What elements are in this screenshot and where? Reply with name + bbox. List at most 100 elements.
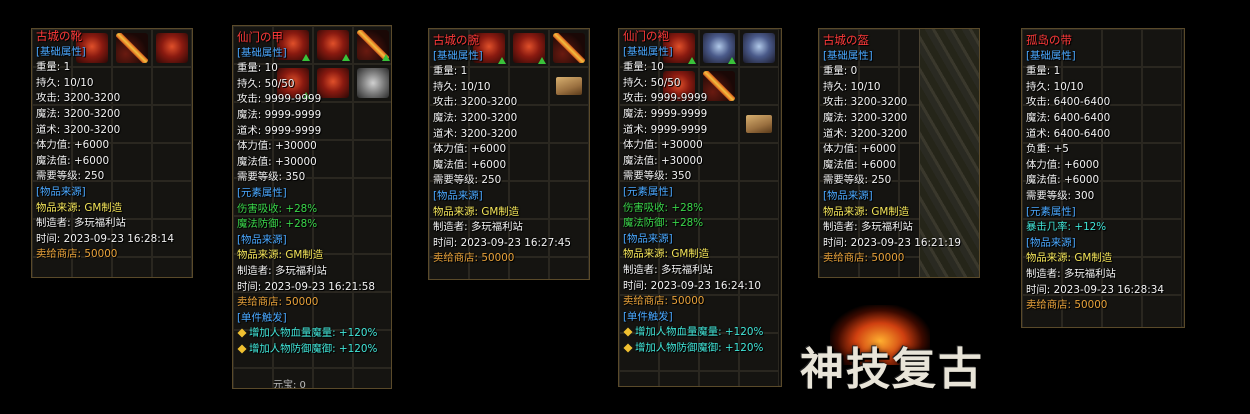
attribute-text: 魔法防御: +28% bbox=[237, 218, 318, 231]
attribute-line: 制造者: 多玩福利站 bbox=[36, 216, 188, 232]
tooltip-text: 古城の靴 [基础属性] 重量: 1 持久: 10/10 攻击: 3200-3200 魔法:… bbox=[36, 29, 188, 263]
attribute-text: 卖给商店: 50000 bbox=[36, 248, 118, 261]
inventory-slot[interactable] bbox=[313, 368, 353, 388]
attribute-text: 物品来源: GM制造 bbox=[433, 205, 520, 218]
attribute-line: 需要等级: 300 bbox=[1026, 189, 1180, 205]
inventory-slot[interactable] bbox=[739, 371, 779, 386]
attribute-line: 重量: 10 bbox=[623, 60, 777, 76]
gem-icon bbox=[623, 327, 633, 337]
item-name: 孤岛の带 bbox=[1026, 33, 1072, 47]
inventory-slot[interactable] bbox=[659, 371, 699, 386]
attribute-text: 卖给商店: 50000 bbox=[1026, 299, 1108, 312]
attribute-text: 道术: 9999-9999 bbox=[623, 123, 708, 136]
inventory-slot[interactable] bbox=[233, 368, 273, 388]
attribute-text: [基础属性] bbox=[1026, 49, 1076, 62]
attribute-text: 攻击: 6400-6400 bbox=[1026, 96, 1111, 109]
attribute-text: 制造者: 多玩福利站 bbox=[36, 217, 126, 230]
attribute-line: 魔法: 3200-3200 bbox=[433, 111, 585, 127]
section-header: [元素属性] bbox=[623, 185, 777, 201]
attribute-text: 时间: 2023-09-23 16:21:19 bbox=[823, 236, 961, 249]
attribute-text: 时间: 2023-09-23 16:27:45 bbox=[433, 236, 571, 249]
attribute-line: 时间: 2023-09-23 16:24:10 bbox=[623, 279, 777, 295]
item-tooltip-bracelet: 古城の腕 [基础属性] 重量: 1 持久: 10/10 攻击: 3200-3200 魔法:… bbox=[428, 28, 590, 280]
attribute-text: 攻击: 3200-3200 bbox=[823, 96, 908, 109]
game-logo: 神技复古 bbox=[800, 305, 1000, 395]
attribute-line: 魔法: 3200-3200 bbox=[823, 111, 975, 127]
attribute-line: 体力值: +6000 bbox=[823, 142, 975, 158]
attribute-text: 体力值: +30000 bbox=[623, 139, 703, 152]
attribute-line: 道术: 3200-3200 bbox=[36, 123, 188, 139]
section-header: [物品来源] bbox=[823, 189, 975, 205]
attribute-text: [元素属性] bbox=[237, 186, 287, 199]
attribute-line: 需要等级: 350 bbox=[237, 170, 387, 186]
attribute-text: 增加人物防御魔御: +120% bbox=[249, 342, 378, 355]
attribute-line: 时间: 2023-09-23 16:27:45 bbox=[433, 236, 585, 252]
item-name: 古城の盔 bbox=[823, 33, 869, 47]
section-header: [基础属性] bbox=[237, 46, 387, 62]
attribute-line: 体力值: +6000 bbox=[36, 138, 188, 154]
gem-icon bbox=[623, 343, 633, 353]
section-header: [单件触发] bbox=[237, 311, 387, 327]
attribute-text: 魔法值: +30000 bbox=[237, 155, 317, 168]
attribute-text: 重量: 1 bbox=[433, 65, 468, 78]
attribute-line: 道术: 9999-9999 bbox=[237, 124, 387, 140]
section-header: [元素属性] bbox=[1026, 205, 1180, 221]
attribute-text: 重量: 10 bbox=[623, 61, 664, 74]
attribute-text: [物品来源] bbox=[36, 185, 86, 198]
attribute-line: 魔法防御: +28% bbox=[237, 217, 387, 233]
attribute-line: 攻击: 9999-9999 bbox=[623, 91, 777, 107]
attribute-line: 攻击: 6400-6400 bbox=[1026, 95, 1180, 111]
attribute-line: 魔法值: +6000 bbox=[36, 154, 188, 170]
attribute-line: 需要等级: 250 bbox=[433, 173, 585, 189]
attribute-text: 卖给商店: 50000 bbox=[623, 295, 705, 308]
attribute-text: 增加人物防御魔御: +120% bbox=[635, 341, 764, 354]
tooltip-text: 古城の盔 [基础属性] 重量: 0 持久: 10/10 攻击: 3200-3200 魔法:… bbox=[823, 33, 975, 267]
attribute-line: 卖给商店: 50000 bbox=[1026, 298, 1180, 314]
item-name: 古城の靴 bbox=[36, 29, 82, 43]
attribute-text: 增加人物血量魔量: +120% bbox=[249, 327, 378, 340]
inventory-slot[interactable] bbox=[619, 371, 659, 386]
attribute-text: [基础属性] bbox=[36, 45, 86, 58]
attribute-text: 重量: 1 bbox=[36, 61, 71, 74]
attribute-text: [物品来源] bbox=[623, 232, 673, 245]
attribute-line: 魔法: 9999-9999 bbox=[237, 108, 387, 124]
attribute-line: 持久: 10/10 bbox=[36, 76, 188, 92]
attribute-text: 重量: 10 bbox=[237, 62, 278, 75]
section-header: [基础属性] bbox=[1026, 49, 1180, 65]
attribute-line: 体力值: +6000 bbox=[1026, 158, 1180, 174]
attribute-text: [基础属性] bbox=[623, 45, 673, 58]
attribute-line: 魔法: 3200-3200 bbox=[36, 107, 188, 123]
item-tooltip-armor: 仙门の甲 [基础属性] 重量: 10 持久: 50/50 攻击: 9999-9999 魔法… bbox=[232, 25, 392, 389]
attribute-line: 重量: 0 bbox=[823, 64, 975, 80]
attribute-line: 制造者: 多玩福利站 bbox=[823, 220, 975, 236]
attribute-line: 需要等级: 250 bbox=[823, 173, 975, 189]
attribute-text: 重量: 0 bbox=[823, 65, 858, 78]
attribute-text: 需要等级: 250 bbox=[823, 174, 892, 187]
attribute-text: 持久: 10/10 bbox=[36, 76, 94, 89]
attribute-line: 持久: 50/50 bbox=[623, 76, 777, 92]
gold-footer: 元宝: 0 bbox=[273, 380, 306, 389]
attribute-line: 时间: 2023-09-23 16:21:58 bbox=[237, 280, 387, 296]
section-header: [基础属性] bbox=[823, 49, 975, 65]
attribute-line: 需要等级: 250 bbox=[36, 169, 188, 185]
item-tooltip-robe: 仙门の袍 [基础属性] 重量: 10 持久: 50/50 攻击: 9999-9999 魔法… bbox=[618, 28, 782, 387]
inventory-slot[interactable] bbox=[353, 368, 391, 388]
attribute-text: 攻击: 9999-9999 bbox=[623, 92, 708, 105]
attribute-line: 增加人物血量魔量: +120% bbox=[623, 325, 777, 341]
attribute-text: 攻击: 3200-3200 bbox=[36, 92, 121, 105]
item-tooltip-helmet: 古城の盔 [基础属性] 重量: 0 持久: 10/10 攻击: 3200-3200 魔法:… bbox=[818, 28, 980, 278]
attribute-line: 体力值: +6000 bbox=[433, 142, 585, 158]
attribute-line: 物品来源: GM制造 bbox=[823, 205, 975, 221]
attribute-line: 伤害吸收: +28% bbox=[623, 201, 777, 217]
item-name: 仙门の甲 bbox=[237, 30, 283, 44]
attribute-text: 道术: 9999-9999 bbox=[237, 124, 322, 137]
inventory-slot[interactable] bbox=[699, 371, 739, 386]
attribute-text: 持久: 50/50 bbox=[623, 76, 681, 89]
attribute-text: 制造者: 多玩福利站 bbox=[433, 221, 523, 234]
attribute-text: 时间: 2023-09-23 16:24:10 bbox=[623, 279, 761, 292]
attribute-text: 需要等级: 350 bbox=[237, 171, 306, 184]
attribute-line: 制造者: 多玩福利站 bbox=[237, 264, 387, 280]
attribute-text: 物品来源: GM制造 bbox=[1026, 252, 1113, 265]
attribute-line: 物品来源: GM制造 bbox=[623, 247, 777, 263]
attribute-line: 魔法值: +6000 bbox=[1026, 173, 1180, 189]
